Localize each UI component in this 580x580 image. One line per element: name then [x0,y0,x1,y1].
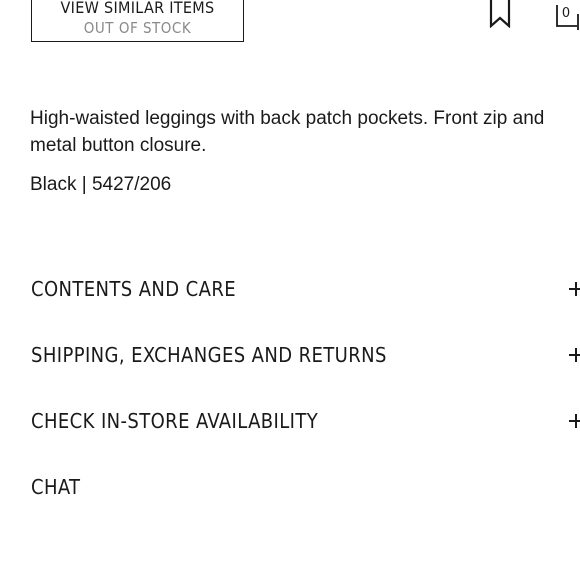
chat-label: CHAT [31,475,81,499]
accordion-label: CHECK IN-STORE AVAILABILITY [31,409,319,433]
stock-status: OUT OF STOCK [83,19,192,37]
product-description: High-waisted leggings with back patch po… [30,108,545,156]
view-similar-items-button[interactable]: VIEW SIMILAR ITEMS OUT OF STOCK [31,0,244,42]
shopping-bag-button[interactable]: 0 [555,0,580,34]
accordion-label: SHIPPING, EXCHANGES AND RETURNS [31,343,387,367]
cart-count: 0 [561,6,571,21]
plus-icon [569,282,580,296]
plus-icon [569,414,580,428]
product-color-reference: Black | 5427/206 [30,174,172,195]
bookmark-icon[interactable] [489,0,511,29]
view-similar-items-label: VIEW SIMILAR ITEMS [60,0,215,17]
accordion-label: CONTENTS AND CARE [31,277,236,301]
chat-link[interactable]: CHAT [30,470,580,506]
accordion-check-in-store-availability[interactable]: CHECK IN-STORE AVAILABILITY [30,404,580,440]
accordion-contents-and-care[interactable]: CONTENTS AND CARE [30,272,580,308]
accordion-shipping-exchanges-returns[interactable]: SHIPPING, EXCHANGES AND RETURNS [30,338,580,374]
plus-icon [569,348,580,362]
